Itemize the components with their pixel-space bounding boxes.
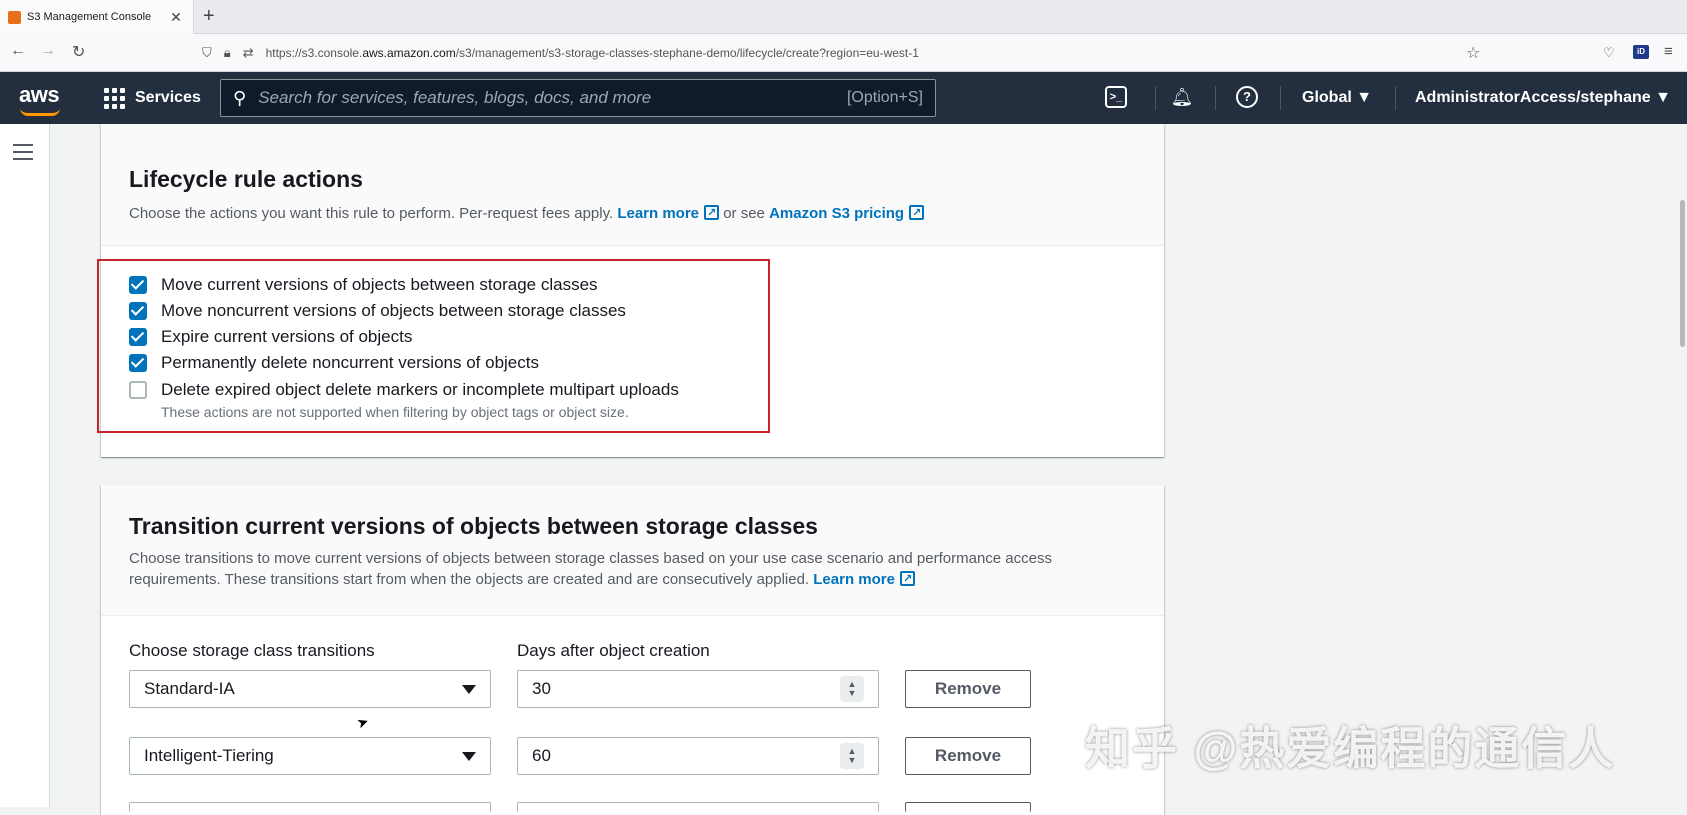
checkbox-checked-icon[interactable] [129,354,147,372]
header-divider [1215,86,1216,110]
address-bar[interactable]: ⛉ 🔒︎ ⇄ https://s3.console. aws.amazon.com… [202,39,1492,67]
checkbox-checked-icon[interactable] [129,328,147,346]
storage-class-select[interactable]: Standard-IA [129,670,491,708]
panel-header: Lifecycle rule actions Choose the action… [101,124,1164,246]
learn-more-link[interactable]: Learn more [813,571,895,588]
forward-arrow-icon[interactable]: → [40,42,56,60]
external-link-icon [899,569,915,590]
learn-more-link[interactable]: Learn more [617,205,699,222]
account-menu[interactable]: AdministratorAccess/stephane ▼ [1415,72,1671,124]
description-line-2: requirements. These transitions start fr… [129,569,1136,590]
new-tab-button[interactable]: + [203,5,215,28]
pocket-icon[interactable]: ♡ [1603,45,1615,61]
checkbox-checked-icon[interactable] [129,302,147,320]
permissions-icon: ⇄ [242,45,254,60]
back-arrow-icon[interactable]: ← [10,42,26,60]
url-prefix: https://s3.console. [265,46,363,60]
panel-description: Choose the actions you want this rule to… [129,203,1136,224]
header-divider [1280,86,1281,110]
days-value: 30 [532,679,551,698]
close-tab-icon[interactable]: ✕ [167,9,185,26]
number-stepper-icon[interactable]: ▲ ▼ [840,743,864,769]
notifications-bell-icon[interactable]: 🔔︎ [1169,84,1195,110]
caret-down-icon [462,684,476,694]
caret-down-icon [462,751,476,761]
storage-class-column-label: Choose storage class transitions [129,641,375,660]
watermark-text: 知乎 @热爱编程的通信人 [1085,723,1616,774]
search-placeholder: Search for services, features, blogs, do… [258,88,652,107]
reload-icon[interactable]: ↻ [72,42,85,62]
external-link-icon [909,203,925,224]
panel-header: Transition current versions of objects b… [101,485,1164,616]
checkbox-note: These actions are not supported when fil… [161,404,629,420]
s3-pricing-link[interactable]: Amazon S3 pricing [769,205,904,222]
days-input[interactable]: 60 ▲ ▼ [517,737,879,775]
or-see-text: or see [723,205,765,222]
select-value: Intelligent-Tiering [144,746,274,765]
description-text: Choose the actions you want this rule to… [129,205,614,222]
days-column-label: Days after object creation [517,641,710,660]
aws-favicon-icon [8,10,21,24]
lock-icon: 🔒︎ [223,45,231,60]
menu-icon[interactable]: ≡ [1664,43,1673,60]
checkbox-move-current[interactable]: Move current versions of objects between… [129,275,598,295]
hamburger-menu-icon[interactable] [13,144,33,165]
checkbox-move-noncurrent[interactable]: Move noncurrent versions of objects betw… [129,301,626,321]
panel-title: Lifecycle rule actions [129,166,363,192]
url-host: aws.amazon.com [362,46,456,60]
region-selector[interactable]: Global ▼ [1302,72,1372,124]
browser-tab[interactable]: S3 Management Console ✕ [0,0,194,34]
checkbox-label: Move current versions of objects between… [161,275,598,294]
checkbox-delete-markers[interactable]: Delete expired object delete markers or … [129,380,679,400]
checkbox-label: Permanently delete noncurrent versions o… [161,353,539,372]
remove-button-partial[interactable] [905,802,1031,812]
checkbox-label: Expire current versions of objects [161,327,413,346]
cloudshell-icon[interactable]: >_ [1105,86,1127,108]
browser-tab-bar: S3 Management Console ✕ + [0,0,1687,34]
aws-header: aws Services ⚲ Search for services, feat… [0,72,1687,124]
shield-icon: ⛉ [202,45,212,60]
services-label: Services [135,89,201,106]
storage-class-select[interactable]: Intelligent-Tiering [129,737,491,775]
description-line-1: Choose transitions to move current versi… [129,550,1052,567]
description-text: requirements. These transitions start fr… [129,571,810,588]
panel-title: Transition current versions of objects b… [129,513,818,539]
checkbox-unchecked-icon[interactable] [129,381,147,399]
search-input[interactable]: ⚲ Search for services, features, blogs, … [220,79,936,117]
days-value: 60 [532,746,551,765]
bookmark-star-icon[interactable]: ☆ [1466,43,1480,63]
browser-nav-bar: ← → ↻ ⛉ 🔒︎ ⇄ https://s3.console. aws.amaz… [0,34,1687,72]
services-grid-icon [104,87,125,109]
services-menu-button[interactable]: Services [104,72,201,124]
checkbox-label: Move noncurrent versions of objects betw… [161,301,626,320]
search-shortcut: [Option+S] [846,89,923,106]
aws-smile-icon [20,108,60,116]
checkbox-checked-icon[interactable] [129,276,147,294]
external-link-icon [704,203,720,224]
checkbox-label: Delete expired object delete markers or … [161,380,679,399]
header-divider [1155,86,1156,110]
checkbox-expire-current[interactable]: Expire current versions of objects [129,327,412,347]
tab-title: S3 Management Console [27,11,152,23]
aws-logo[interactable]: aws [19,82,60,108]
remove-transition-button[interactable]: Remove [905,737,1031,775]
page-scrollbar[interactable] [1680,200,1685,347]
remove-transition-button[interactable]: Remove [905,670,1031,708]
panel-description: Choose transitions to move current versi… [129,548,1136,590]
side-navigation-rail [0,124,50,807]
extension-icon[interactable]: iD [1633,45,1649,59]
header-divider [1395,86,1396,110]
number-stepper-icon[interactable]: ▲ ▼ [840,676,864,702]
storage-class-select-partial[interactable] [129,802,491,812]
help-icon[interactable]: ? [1236,86,1258,108]
url-path: /s3/management/s3-storage-classes-stepha… [455,46,919,60]
checkbox-delete-noncurrent[interactable]: Permanently delete noncurrent versions o… [129,353,539,373]
days-input[interactable]: 30 ▲ ▼ [517,670,879,708]
search-icon: ⚲ [233,87,247,108]
days-input-partial[interactable] [517,802,879,812]
select-value: Standard-IA [144,679,235,698]
